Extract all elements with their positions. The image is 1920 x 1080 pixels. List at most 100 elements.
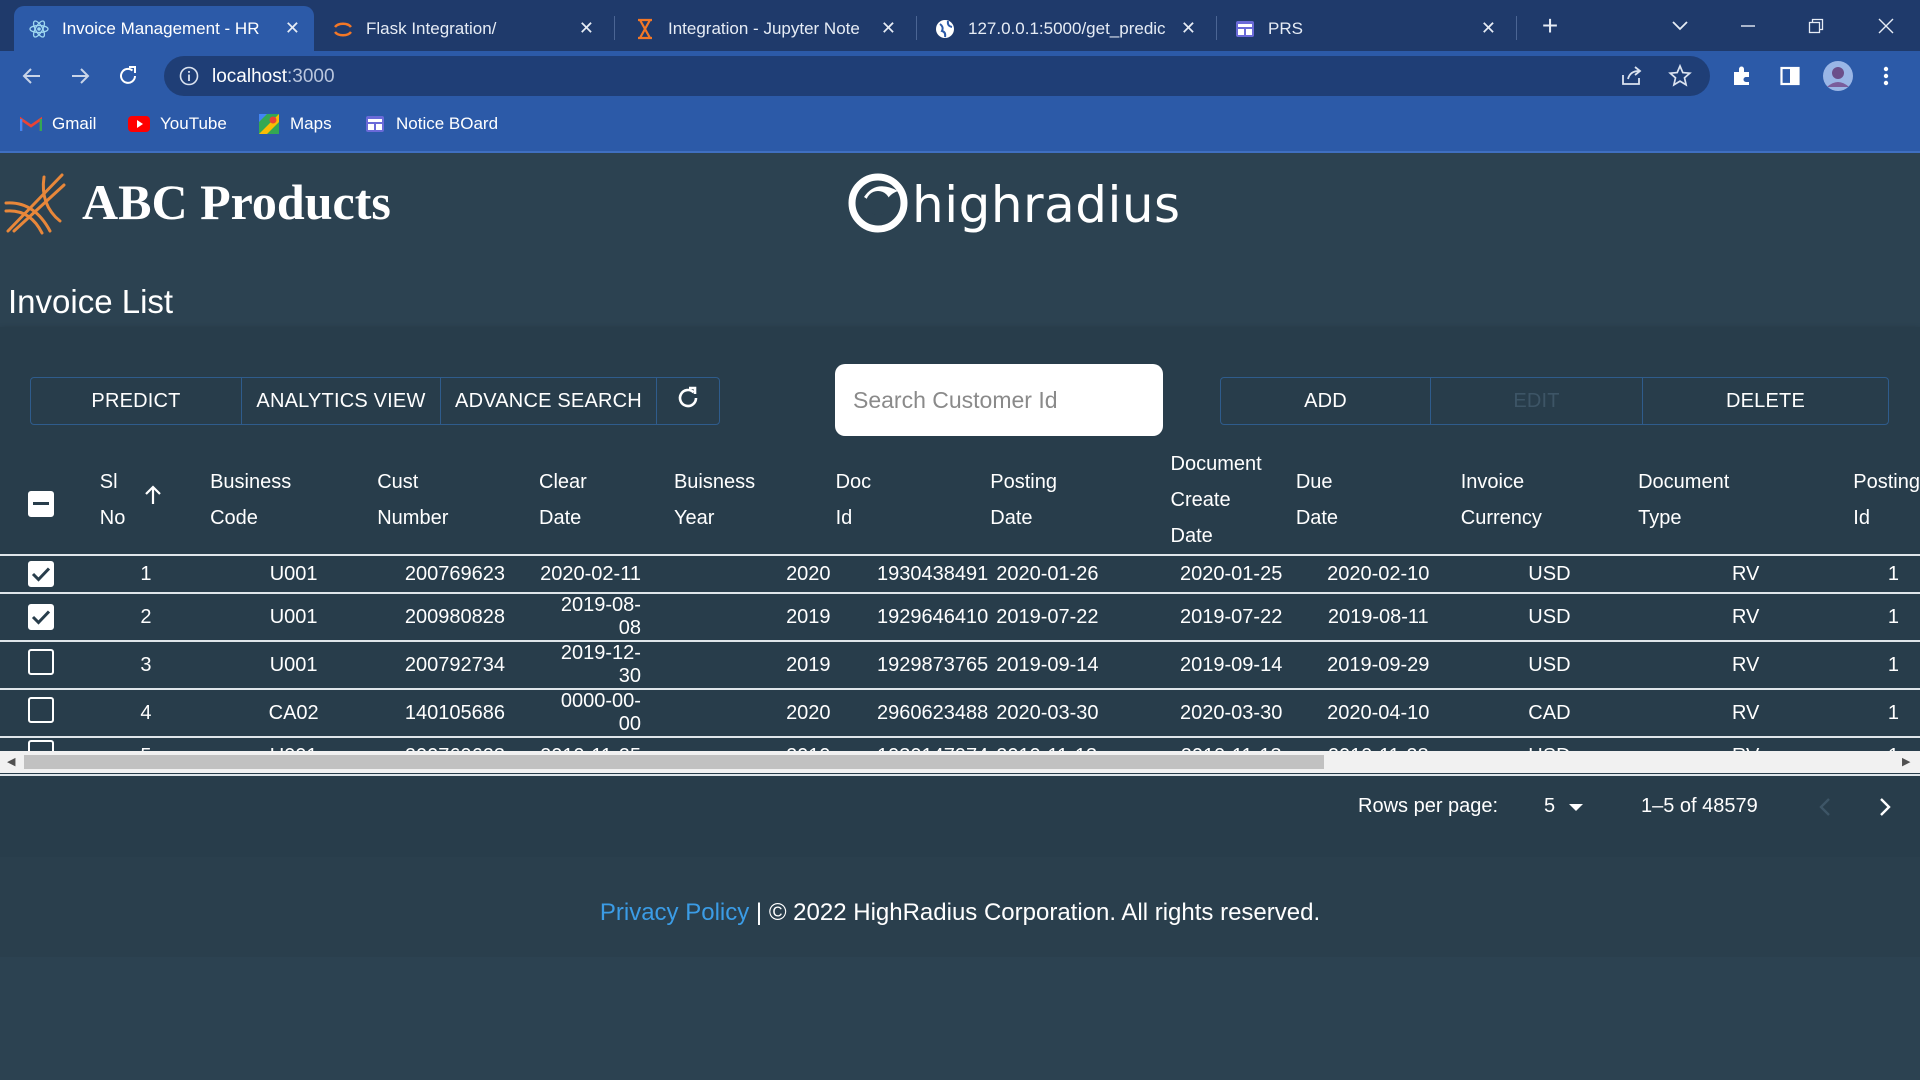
- scrollbar-thumb[interactable]: [24, 755, 1324, 769]
- analytics-view-button[interactable]: ANALYTICS VIEW: [242, 378, 441, 424]
- column-header-text: Id: [1853, 506, 1870, 529]
- close-window-icon[interactable]: [1866, 6, 1906, 46]
- invoice-table: Sl No Business Code Cust Number Clear Date B…: [0, 445, 1920, 776]
- column-header-text: Posting: [1853, 470, 1920, 493]
- address-bar[interactable]: localhost:3000: [164, 56, 1710, 96]
- column-header-doc-id[interactable]: Doc Id: [835, 445, 991, 556]
- column-header-posting-date[interactable]: Posting Date: [990, 445, 1167, 556]
- restore-icon[interactable]: [1796, 6, 1836, 46]
- column-header-text: Invoice: [1460, 470, 1525, 493]
- minimize-icon[interactable]: [1728, 6, 1768, 46]
- site-info-icon[interactable]: [178, 65, 200, 92]
- cell-sl-no: 4: [81, 689, 211, 738]
- cell-due-date: 2020-02-10: [1295, 555, 1461, 594]
- refresh-button[interactable]: [657, 378, 719, 424]
- bookmark-youtube[interactable]: YouTube: [128, 113, 227, 135]
- column-header-text: Posting: [990, 470, 1057, 493]
- close-tab-icon[interactable]: ✕: [285, 18, 300, 39]
- cell-posting-id: 1: [1853, 641, 1920, 690]
- column-header-sl-no[interactable]: Sl No: [81, 445, 211, 556]
- column-header-invoice-currency[interactable]: Invoice Currency: [1460, 445, 1639, 556]
- cell-cust-number: 200980828: [377, 593, 540, 642]
- rows-per-page-select[interactable]: 5: [1544, 795, 1584, 818]
- row-checkbox-checked[interactable]: [28, 603, 54, 630]
- tab-title: Flask Integration/: [366, 18, 497, 38]
- row-checkbox[interactable]: [28, 649, 54, 675]
- column-header-text: Date: [990, 506, 1033, 529]
- scroll-right-arrow-icon[interactable]: ▶: [1902, 755, 1910, 768]
- column-header-text: Doc: [835, 470, 872, 493]
- column-header-text: Code: [210, 506, 258, 529]
- tab-prs[interactable]: PRS ✕: [1220, 6, 1510, 51]
- browser-menu-icon[interactable]: [1868, 58, 1904, 94]
- footer: Privacy Policy | © 2022 HighRadius Corpo…: [0, 857, 1920, 957]
- column-header-business-code[interactable]: Business Code: [210, 445, 378, 556]
- table-row[interactable]: 1 U001 200769623 2020-02-11 2020 1930438491 20…: [0, 555, 1920, 594]
- horizontal-scrollbar[interactable]: ◀ ▶: [0, 751, 1920, 773]
- delete-button[interactable]: DELETE: [1643, 378, 1888, 424]
- close-tab-icon[interactable]: ✕: [579, 18, 594, 39]
- table-row[interactable]: 2 U001 200980828 2019-08-08 2019 1929646410 20…: [0, 593, 1920, 642]
- search-customer-input[interactable]: [835, 364, 1163, 436]
- column-header-due-date[interactable]: Due Date: [1295, 445, 1461, 556]
- tab-invoice-management[interactable]: Invoice Management - HR ✕: [14, 6, 314, 51]
- sort-ascending-icon[interactable]: [143, 482, 163, 518]
- table-row[interactable]: 4 CA02 140105686 0000-00-00 2020 2960623488 20…: [0, 689, 1920, 738]
- row-checkbox-checked[interactable]: [28, 560, 54, 587]
- column-header-business-year[interactable]: Buisness Year: [673, 445, 836, 556]
- next-page-icon[interactable]: [1878, 797, 1892, 823]
- browser-tab-bar: Invoice Management - HR ✕ Flask Integrat…: [0, 0, 1920, 51]
- bookmark-gmail[interactable]: Gmail: [20, 113, 96, 135]
- cell-doc-id: 1929873765: [835, 641, 991, 690]
- cell-cust-number: 200792734: [377, 641, 540, 690]
- scroll-left-arrow-icon[interactable]: ◀: [7, 755, 15, 768]
- close-tab-icon[interactable]: ✕: [881, 18, 896, 39]
- column-header-text: Buisness: [673, 470, 756, 493]
- bookmark-maps[interactable]: Maps: [258, 113, 332, 135]
- share-icon[interactable]: [1620, 65, 1644, 92]
- add-button[interactable]: ADD: [1221, 378, 1431, 424]
- tab-integration-jupyter[interactable]: Integration - Jupyter Note ✕: [620, 6, 910, 51]
- select-all-checkbox[interactable]: [28, 490, 54, 517]
- back-arrow-icon[interactable]: [14, 58, 50, 94]
- column-header-text: Number: [377, 506, 449, 529]
- advance-search-button[interactable]: ADVANCE SEARCH: [441, 378, 657, 424]
- profile-avatar[interactable]: [1820, 58, 1856, 94]
- side-panel-icon[interactable]: [1772, 58, 1808, 94]
- reload-icon[interactable]: [110, 58, 146, 94]
- tab-flask-integration[interactable]: Flask Integration/ ✕: [318, 6, 608, 51]
- column-header-text: Business: [210, 470, 292, 493]
- new-tab-icon[interactable]: +: [1530, 6, 1570, 46]
- edit-button[interactable]: EDIT: [1431, 378, 1643, 424]
- privacy-policy-link[interactable]: Privacy Policy: [600, 899, 749, 926]
- cell-clear-date: 2020-02-11: [539, 555, 674, 594]
- cell-business-year: 2019: [673, 641, 836, 690]
- predict-button[interactable]: PREDICT: [31, 378, 242, 424]
- url-text: localhost:3000: [212, 66, 335, 88]
- column-header-posting-id[interactable]: Posting Id: [1853, 445, 1920, 556]
- close-tab-icon[interactable]: ✕: [1181, 18, 1196, 39]
- cell-invoice-currency: USD: [1460, 641, 1639, 690]
- bookmark-star-icon[interactable]: [1668, 63, 1692, 93]
- column-header-document-type[interactable]: Document Type: [1638, 445, 1854, 556]
- extensions-icon[interactable]: [1724, 58, 1760, 94]
- cell-clear-date: 2019-08-08: [539, 593, 674, 642]
- bookmark-label: YouTube: [160, 114, 227, 133]
- close-tab-icon[interactable]: ✕: [1481, 18, 1496, 39]
- tab-get-predict[interactable]: 127.0.0.1:5000/get_predic ✕: [920, 6, 1210, 51]
- column-header-clear-date[interactable]: Clear Date: [539, 445, 674, 556]
- column-header-document-create-date[interactable]: Document Create Date: [1166, 445, 1296, 556]
- column-header-text: Type: [1638, 506, 1682, 529]
- tab-separator: [1216, 16, 1217, 40]
- column-header-cust-number[interactable]: Cust Number: [377, 445, 540, 556]
- cell-document-create-date: 2019-07-22: [1166, 593, 1296, 642]
- cell-clear-date: 0000-00-00: [539, 689, 674, 738]
- tab-search-chevron-icon[interactable]: [1660, 6, 1700, 46]
- copyright-text: | © 2022 HighRadius Corporation. All rig…: [749, 899, 1321, 926]
- previous-page-icon[interactable]: [1818, 797, 1832, 823]
- react-icon: [28, 18, 50, 40]
- row-checkbox[interactable]: [28, 697, 54, 723]
- bookmark-notice-board[interactable]: Notice BOard: [364, 113, 498, 135]
- table-row[interactable]: 3 U001 200792734 2019-12-30 2019 1929873765 20…: [0, 641, 1920, 690]
- forward-arrow-icon[interactable]: [62, 58, 98, 94]
